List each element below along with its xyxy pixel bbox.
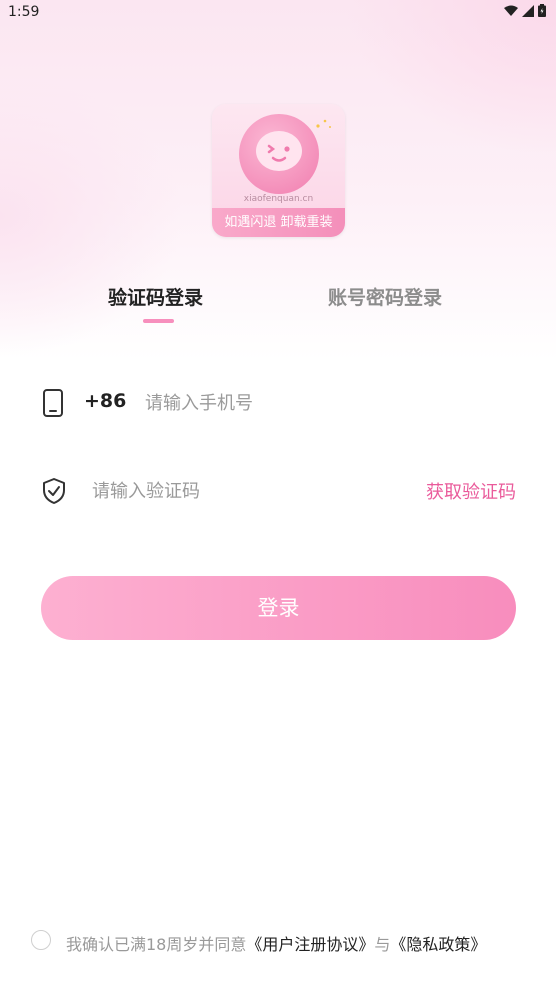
logo-band-text: 如遇闪退 卸载重装 (212, 208, 345, 237)
status-icons (504, 4, 546, 17)
login-button[interactable]: 登录 (41, 576, 516, 640)
verification-code-input[interactable] (90, 474, 394, 508)
tab-password-login[interactable]: 账号密码登录 (328, 283, 442, 310)
agreement-row: 我确认已满18周岁并同意《用户注册协议》与《隐私政策》 (31, 928, 551, 954)
shield-check-icon (43, 478, 65, 504)
tab-sms-login[interactable]: 验证码登录 (108, 283, 203, 310)
agreement-checkbox[interactable] (31, 930, 51, 950)
logo-site-text: xiaofenquan.cn (243, 194, 314, 204)
country-code[interactable]: +86 (84, 390, 126, 412)
status-bar: 1:59 (0, 0, 556, 24)
phone-input[interactable] (143, 386, 447, 420)
user-agreement-link[interactable]: 《用户注册协议》 (246, 935, 374, 954)
sparkle-icon (316, 119, 331, 128)
phone-icon (43, 389, 63, 417)
battery-icon (538, 4, 546, 17)
signal-icon (522, 4, 534, 17)
status-time: 1:59 (8, 4, 40, 20)
privacy-policy-link[interactable]: 《隐私政策》 (390, 935, 486, 954)
agreement-prefix: 我确认已满18周岁并同意 (66, 935, 247, 954)
code-row: 获取验证码 (40, 470, 516, 510)
agreement-connector: 与 (374, 935, 391, 954)
app-logo: xiaofenquan.cn 如遇闪退 卸载重装 (212, 104, 345, 237)
phone-row: +86 (40, 382, 516, 422)
active-tab-indicator (143, 319, 174, 323)
mascot-face-icon (239, 114, 319, 194)
wifi-icon (504, 5, 518, 16)
agreement-text: 我确认已满18周岁并同意《用户注册协议》与《隐私政策》 (66, 931, 486, 955)
get-code-button[interactable]: 获取验证码 (426, 478, 516, 504)
login-method-tabs: 验证码登录 账号密码登录 (0, 283, 556, 327)
